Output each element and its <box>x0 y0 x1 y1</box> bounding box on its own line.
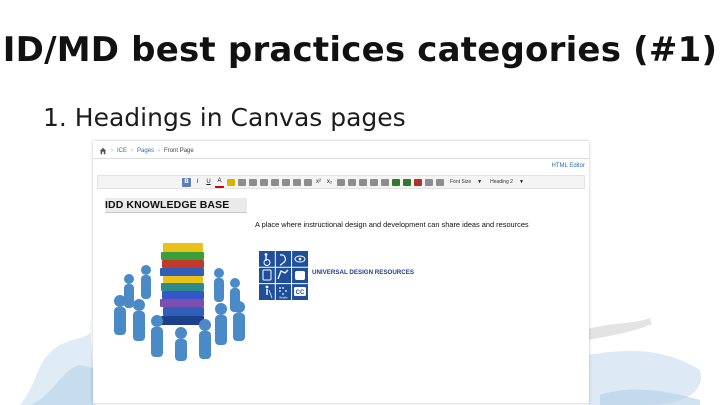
breadcrumb-separator: › <box>158 148 161 154</box>
equation-icon[interactable] <box>391 178 400 187</box>
html-editor-link[interactable]: HTML Editor <box>552 163 585 169</box>
chevron-down-icon[interactable]: ▼ <box>517 178 526 187</box>
universal-design-link[interactable]: UNIVERSAL DESIGN RESOURCES <box>312 269 414 276</box>
link-icon[interactable] <box>369 178 378 187</box>
books-and-people-illustration <box>107 215 253 361</box>
clear-format-icon[interactable] <box>237 178 246 187</box>
media-icon[interactable] <box>402 178 411 187</box>
breadcrumb: › ICE › Pages › Front Page <box>99 145 194 157</box>
breadcrumb-item-pages[interactable]: Pages <box>137 148 154 154</box>
breadcrumb-divider <box>93 158 589 159</box>
universal-design-icons[interactable]: Braille CC <box>259 251 308 300</box>
bullet-heading: 1. Headings in Canvas pages <box>43 103 406 132</box>
superscript-button[interactable]: x² <box>314 178 323 187</box>
numbered-list-icon[interactable] <box>347 178 356 187</box>
breadcrumb-item-front-page: Front Page <box>164 148 194 154</box>
breadcrumb-item-course[interactable]: ICE <box>117 148 127 154</box>
breadcrumb-separator: › <box>131 148 134 154</box>
align-right-icon[interactable] <box>270 178 279 187</box>
table-icon[interactable] <box>358 178 367 187</box>
indent-icon[interactable] <box>303 178 312 187</box>
direction-icon[interactable] <box>424 178 433 187</box>
underline-button[interactable]: U <box>204 178 213 187</box>
rich-text-toolbar: B I U A x² x₂ Font Size ▼ Heading 2 ▼ <box>97 175 585 189</box>
cc-label: CC <box>296 290 305 296</box>
italic-button[interactable]: I <box>193 178 202 187</box>
breadcrumb-separator: › <box>111 148 113 154</box>
bold-button[interactable]: B <box>182 177 191 187</box>
font-size-select[interactable]: Font Size <box>448 178 473 187</box>
align-justify-icon[interactable] <box>281 178 290 187</box>
align-center-icon[interactable] <box>259 178 268 187</box>
closed-caption-icon: CC <box>294 287 306 296</box>
paragraph-icon[interactable] <box>435 178 444 187</box>
unlink-icon[interactable] <box>380 178 389 187</box>
book-stack-icon <box>160 243 204 325</box>
page-tagline: A place where instructional design and d… <box>255 220 529 229</box>
page-content: IDD KNOWLEDGE BASE A place where instruc… <box>97 191 585 401</box>
outdent-icon[interactable] <box>292 178 301 187</box>
braille-label: Braille <box>279 296 288 300</box>
align-left-icon[interactable] <box>248 178 257 187</box>
heading-select[interactable]: Heading 2 <box>488 178 515 187</box>
home-icon[interactable] <box>99 147 107 155</box>
bullet-list-icon[interactable] <box>336 178 345 187</box>
assistive-listening-icon <box>295 271 305 280</box>
subscript-button[interactable]: x₂ <box>325 178 334 187</box>
knowledge-base-banner: IDD KNOWLEDGE BASE <box>105 198 247 213</box>
slide-title: ID/MD best practices categories (#1) <box>2 30 718 70</box>
highlight-icon[interactable] <box>226 178 235 187</box>
chevron-down-icon[interactable]: ▼ <box>475 178 484 187</box>
canvas-page-screenshot: › ICE › Pages › Front Page HTML Editor B… <box>93 141 589 403</box>
embed-icon[interactable] <box>413 178 422 187</box>
font-color-button[interactable]: A <box>215 177 224 188</box>
